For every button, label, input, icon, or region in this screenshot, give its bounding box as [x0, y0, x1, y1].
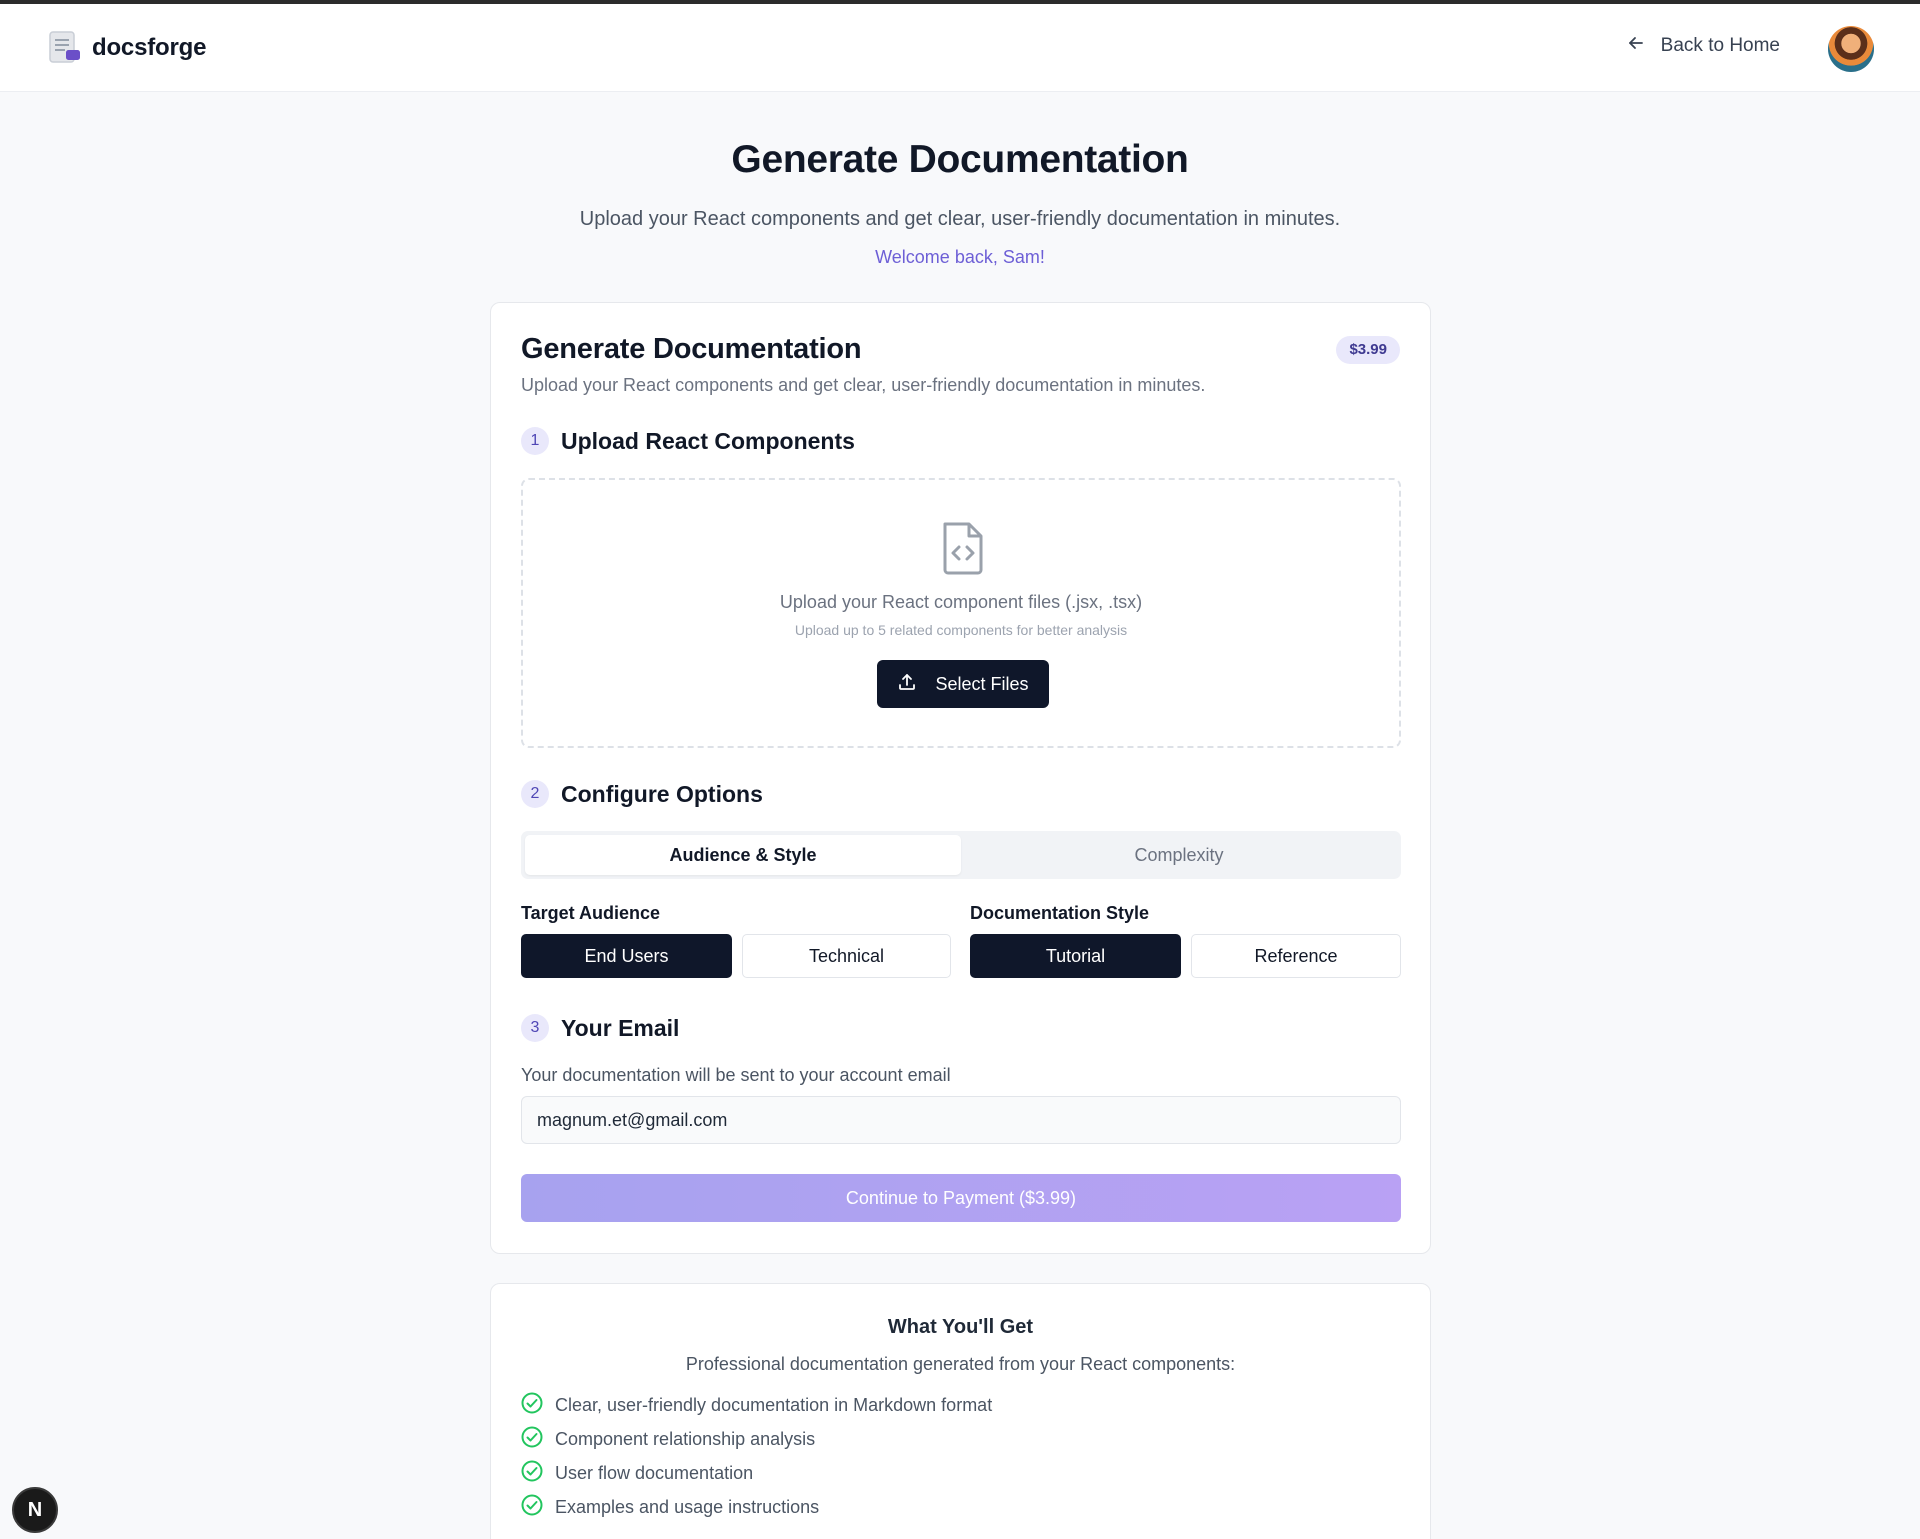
feature-text: User flow documentation [555, 1462, 754, 1483]
feature-text: Component relationship analysis [555, 1428, 816, 1449]
check-circle-icon [521, 1392, 543, 1419]
select-files-button[interactable]: Select Files [877, 660, 1049, 708]
page-title: Generate Documentation [731, 138, 1189, 181]
upload-hint: Upload up to 5 related components for be… [794, 622, 1128, 638]
style-reference-button[interactable]: Reference [1191, 934, 1401, 978]
page-subtitle: Upload your React components and get cle… [579, 208, 1341, 230]
card-subtitle: Upload your React components and get cle… [521, 375, 1206, 395]
features-card: What You'll Get Professional documentati… [490, 1283, 1431, 1539]
step-number: 1 [521, 427, 549, 455]
audience-end-users-button[interactable]: End Users [521, 934, 732, 978]
welcome-message: Welcome back, Sam! [875, 247, 1045, 267]
select-files-label: Select Files [935, 673, 1029, 694]
user-avatar[interactable] [1828, 26, 1874, 72]
target-audience-label: Target Audience [521, 903, 661, 923]
continue-to-payment-button[interactable]: Continue to Payment ($3.99) [521, 1174, 1401, 1222]
upload-icon [897, 672, 917, 697]
feature-text: Examples and usage instructions [555, 1496, 820, 1517]
features-subtitle: Professional documentation generated fro… [685, 1354, 1236, 1374]
back-to-home-label: Back to Home [1660, 35, 1780, 56]
email-field[interactable] [521, 1096, 1401, 1144]
features-title: What You'll Get [887, 1316, 1034, 1338]
step-email: 3 Your Email [521, 1014, 679, 1042]
options-tabs: Audience & Style Complexity [521, 831, 1401, 879]
documentation-style-label: Documentation Style [970, 903, 1150, 923]
audience-technical-button[interactable]: Technical [742, 934, 951, 978]
email-description: Your documentation will be sent to your … [521, 1065, 951, 1085]
document-logo-icon [48, 30, 82, 66]
features-list: Clear, user-friendly documentation in Ma… [521, 1388, 992, 1524]
step-title: Your Email [561, 1014, 680, 1041]
top-nav: docsforge Back to Home [0, 4, 1920, 92]
arrow-left-icon [1627, 34, 1645, 58]
check-circle-icon [521, 1460, 543, 1487]
generate-card: Generate Documentation $3.99 Upload your… [490, 302, 1431, 1254]
file-dropzone[interactable]: Upload your React component files (.jsx,… [521, 478, 1401, 748]
list-item: Component relationship analysis [521, 1422, 992, 1456]
file-code-icon [939, 520, 987, 576]
price-badge: $3.99 [1336, 336, 1400, 364]
tab-audience-style[interactable]: Audience & Style [525, 835, 961, 875]
style-tutorial-button[interactable]: Tutorial [970, 934, 1181, 978]
dev-tools-badge[interactable]: N [12, 1487, 58, 1533]
step-title: Upload React Components [561, 427, 855, 454]
list-item: Examples and usage instructions [521, 1490, 992, 1524]
list-item: Clear, user-friendly documentation in Ma… [521, 1388, 992, 1422]
hero: Generate Documentation Upload your React… [0, 138, 1920, 268]
tab-complexity[interactable]: Complexity [961, 835, 1397, 875]
back-to-home-link[interactable]: Back to Home [1627, 34, 1780, 58]
step-upload: 1 Upload React Components [521, 427, 855, 455]
upload-instructions: Upload your React component files (.jsx,… [779, 592, 1143, 612]
step-configure: 2 Configure Options [521, 780, 763, 808]
step-number: 3 [521, 1014, 549, 1042]
list-item: User flow documentation [521, 1456, 992, 1490]
brand[interactable]: docsforge [48, 30, 206, 66]
brand-name: docsforge [92, 34, 207, 61]
step-title: Configure Options [561, 780, 763, 807]
check-circle-icon [521, 1494, 543, 1521]
feature-text: Clear, user-friendly documentation in Ma… [555, 1394, 993, 1415]
card-title: Generate Documentation [521, 333, 862, 365]
check-circle-icon [521, 1426, 543, 1453]
step-number: 2 [521, 780, 549, 808]
